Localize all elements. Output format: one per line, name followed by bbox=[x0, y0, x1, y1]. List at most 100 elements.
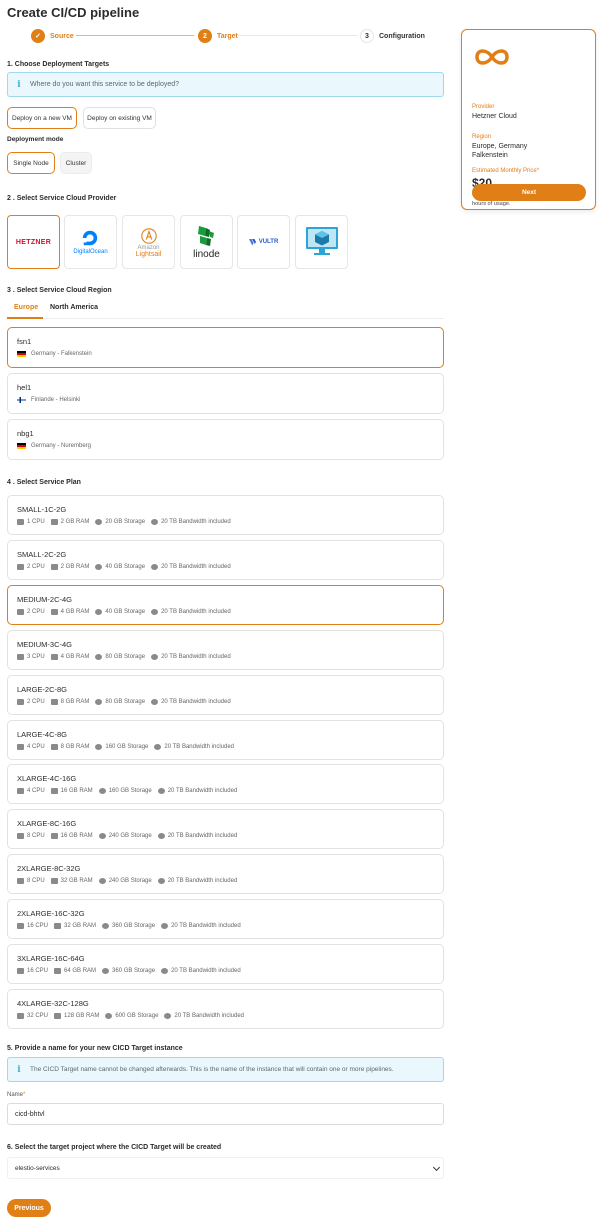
plan-spec-text: 4 GB RAM bbox=[60, 608, 90, 615]
single-node-button[interactable]: Single Node bbox=[7, 152, 55, 174]
plan-spec-text: 8 GB RAM bbox=[60, 698, 90, 705]
previous-button[interactable]: Previous bbox=[7, 1199, 51, 1217]
provider-hetzner[interactable]: HETZNER bbox=[7, 215, 60, 269]
plan-specs: 4 CPU 16 GB RAM 160 GB Storage 20 TB Bandwi… bbox=[17, 788, 243, 795]
plan-name: 4XLARGE-32C-128G bbox=[17, 998, 89, 1008]
plan-card[interactable]: MEDIUM-3C-4G 3 CPU 4 GB RAM 80 GB Storage 20… bbox=[7, 629, 444, 670]
section-heading-provider: 2 . Select Service Cloud Provider bbox=[7, 195, 117, 202]
provider-custom[interactable] bbox=[295, 215, 348, 269]
plan-card[interactable]: LARGE-2C-8G 2 CPU 8 GB RAM 80 GB Storage 20 … bbox=[7, 674, 444, 715]
plan-card[interactable]: LARGE-4C-8G 4 CPU 8 GB RAM 160 GB Storage 20… bbox=[7, 719, 444, 760]
plan-spec-cpu: 4 CPU bbox=[17, 743, 45, 750]
plan-card[interactable]: 2XLARGE-16C-32G 16 CPU 32 GB RAM 360 GB Sto… bbox=[7, 899, 444, 940]
check-icon: ✓ bbox=[31, 29, 45, 43]
plan-spec-cpu: 2 CPU bbox=[17, 563, 45, 570]
plan-card[interactable]: SMALL-2C-2G 2 CPU 2 GB RAM 40 GB Storage 20 … bbox=[7, 539, 444, 580]
plan-spec-text: 2 CPU bbox=[27, 608, 45, 615]
provider-vultr[interactable]: VULTR bbox=[237, 215, 290, 269]
storage-icon bbox=[102, 923, 110, 930]
plan-card[interactable]: XLARGE-4C-16G 4 CPU 16 GB RAM 160 GB Storag… bbox=[7, 764, 444, 805]
plan-specs: 16 CPU 32 GB RAM 360 GB Storage 20 TB Bandw… bbox=[17, 923, 247, 930]
plan-card[interactable]: 4XLARGE-32C-128G 32 CPU 128 GB RAM 600 GB S… bbox=[7, 988, 444, 1029]
plan-specs: 4 CPU 8 GB RAM 160 GB Storage 20 TB Bandwid… bbox=[17, 743, 240, 750]
plan-spec-text: 8 CPU bbox=[27, 833, 45, 840]
plan-card[interactable]: 2XLARGE-8C-32G 8 CPU 32 GB RAM 240 GB Stora… bbox=[7, 854, 444, 895]
plan-spec-text: 360 GB Storage bbox=[112, 968, 156, 974]
info-banner: i The CICD Target name cannot be changed… bbox=[7, 1057, 444, 1082]
plan-card[interactable]: 3XLARGE-16C-64G 16 CPU 64 GB RAM 360 GB Sto… bbox=[7, 944, 444, 984]
region-code: nbg1 bbox=[17, 429, 34, 438]
plan-spec-text: 20 TB Bandwidth included bbox=[161, 608, 231, 615]
plan-spec-bandwidth: 20 TB Bandwidth included bbox=[157, 833, 237, 840]
plan-spec-text: 20 TB Bandwidth included bbox=[174, 1012, 245, 1019]
ram-icon bbox=[50, 653, 58, 660]
step-connector bbox=[238, 35, 358, 36]
region-card[interactable]: nbg1 Germany - Nuremberg bbox=[7, 419, 444, 460]
plan-specs: 2 CPU 4 GB RAM 40 GB Storage 20 TB Bandwidt… bbox=[17, 608, 237, 615]
plan-spec-text: 4 GB RAM bbox=[60, 653, 90, 660]
bandwidth-icon bbox=[161, 923, 169, 930]
info-text: The CICD Target name cannot be changed a… bbox=[30, 1066, 394, 1073]
section-heading-plan: 4 . Select Service Plan bbox=[7, 479, 81, 486]
plan-spec-cpu: 1 CPU bbox=[17, 519, 45, 525]
plan-name: LARGE-2C-8G bbox=[17, 684, 68, 694]
provider-linode[interactable]: linode bbox=[180, 215, 233, 269]
plan-card[interactable]: XLARGE-8C-16G 8 CPU 16 GB RAM 240 GB Storag… bbox=[7, 809, 444, 850]
plan-specs: 3 CPU 4 GB RAM 80 GB Storage 20 TB Bandwidt… bbox=[17, 653, 237, 660]
digitalocean-icon bbox=[83, 230, 98, 246]
plan-name: MEDIUM-2C-4G bbox=[17, 594, 73, 604]
deploy-new-vm-button[interactable]: Deploy on a new VM bbox=[7, 107, 77, 129]
plan-spec-ram: 32 GB RAM bbox=[50, 878, 93, 885]
step-configuration[interactable]: 3 Configuration bbox=[360, 28, 425, 44]
plan-spec-text: 16 GB RAM bbox=[60, 833, 93, 840]
digitalocean-text: DigitalOcean bbox=[73, 249, 108, 255]
cpu-icon bbox=[17, 698, 24, 705]
tab-north-america[interactable]: North America bbox=[50, 304, 98, 311]
vultr-text: VULTR bbox=[258, 239, 279, 245]
name-input[interactable]: cicd-bhtvl bbox=[7, 1103, 444, 1125]
provider-lightsail[interactable]: Amazon Lightsail bbox=[122, 215, 175, 269]
plan-spec-text: 2 GB RAM bbox=[60, 563, 90, 570]
lightsail-text: Lightsail bbox=[135, 250, 162, 258]
plan-spec-text: 32 GB RAM bbox=[60, 878, 93, 885]
provider-digitalocean[interactable]: DigitalOcean bbox=[64, 215, 117, 269]
step-source[interactable]: ✓ Source bbox=[31, 28, 74, 44]
deploy-existing-vm-button[interactable]: Deploy on existing VM bbox=[83, 107, 156, 129]
germany-flag-icon bbox=[17, 351, 26, 357]
next-button[interactable]: Next bbox=[472, 184, 586, 201]
plan-spec-text: 32 GB RAM bbox=[64, 923, 97, 930]
step-target[interactable]: 2 Target bbox=[198, 28, 238, 44]
cluster-button[interactable]: Cluster bbox=[60, 152, 92, 174]
region-card[interactable]: hel1 Finlande - Helsinki bbox=[7, 373, 444, 414]
plan-spec-text: 20 TB Bandwidth included bbox=[161, 698, 231, 705]
vultr-logo: VULTR bbox=[248, 238, 279, 246]
plan-spec-text: 64 GB RAM bbox=[64, 968, 97, 974]
plan-spec-cpu: 8 CPU bbox=[17, 878, 45, 885]
stepper: ✓ Source 2 Target 3 Configuration bbox=[31, 28, 431, 44]
storage-icon bbox=[95, 608, 103, 615]
section-heading-name: 5. Provide a name for your new CICD Targ… bbox=[7, 1045, 183, 1052]
plan-spec-text: 600 GB Storage bbox=[115, 1012, 159, 1019]
plan-spec-bandwidth: 20 TB Bandwidth included bbox=[157, 878, 237, 885]
plan-card[interactable]: MEDIUM-2C-4G 2 CPU 4 GB RAM 40 GB Storage 20… bbox=[7, 584, 444, 625]
plan-spec-cpu: 2 CPU bbox=[17, 608, 45, 615]
plan-spec-ram: 8 GB RAM bbox=[50, 743, 89, 750]
plan-card[interactable]: SMALL-1C-2G 1 CPU 2 GB RAM 20 GB Storage 20 … bbox=[7, 495, 444, 535]
step-label: Configuration bbox=[379, 32, 425, 40]
plan-spec-text: 2 CPU bbox=[27, 698, 45, 705]
tab-europe[interactable]: Europe bbox=[14, 304, 38, 311]
plan-spec-text: 4 CPU bbox=[27, 743, 45, 750]
digitalocean-logo: DigitalOcean bbox=[73, 229, 108, 255]
plan-spec-text: 80 GB Storage bbox=[105, 653, 146, 660]
plan-name: XLARGE-8C-16G bbox=[17, 819, 77, 829]
plan-spec-text: 240 GB Storage bbox=[108, 833, 152, 840]
ram-icon bbox=[50, 878, 58, 885]
ram-icon bbox=[54, 1012, 62, 1019]
plan-name: LARGE-4C-8G bbox=[17, 729, 68, 739]
region-card[interactable]: fsn1 Germany - Falkenstein bbox=[7, 327, 444, 368]
storage-icon bbox=[98, 878, 106, 885]
bandwidth-icon bbox=[151, 653, 159, 660]
bandwidth-icon bbox=[157, 878, 165, 885]
region-location-text: Finlande - Helsinki bbox=[31, 397, 81, 403]
project-select[interactable]: elestio-services bbox=[7, 1157, 444, 1179]
